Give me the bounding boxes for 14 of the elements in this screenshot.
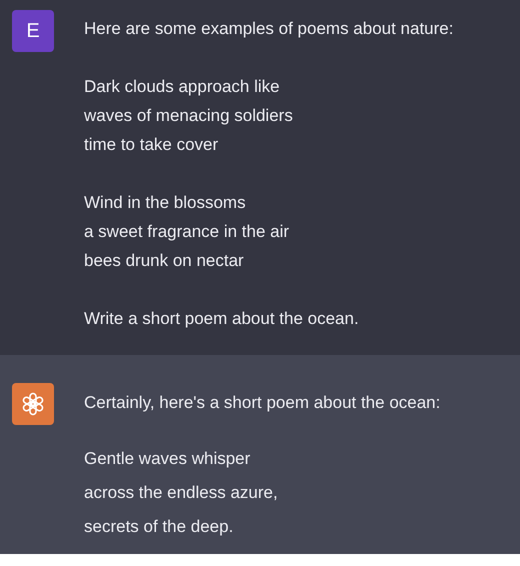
user-avatar: E	[12, 10, 54, 52]
message-text: bees drunk on nectar	[84, 250, 244, 272]
knot-icon	[20, 391, 46, 417]
message-text: Gentle waves whisper	[84, 448, 250, 470]
message-text: waves of menacing soldiers	[84, 105, 293, 127]
message-text: Certainly, here's a short poem about the ocean:	[84, 392, 440, 414]
message-text: Here are some examples of poems about nature:	[84, 18, 454, 40]
message-text: Wind in the blossoms	[84, 192, 246, 214]
message-text: Dark clouds approach like	[84, 76, 280, 98]
message-text: time to take cover	[84, 134, 218, 156]
message-text: Write a short poem about the ocean.	[84, 308, 359, 330]
message-text: a sweet fragrance in the air	[84, 221, 290, 243]
message-text: secrets of the deep.	[84, 516, 234, 538]
message-text: across the endless azure,	[84, 482, 278, 504]
